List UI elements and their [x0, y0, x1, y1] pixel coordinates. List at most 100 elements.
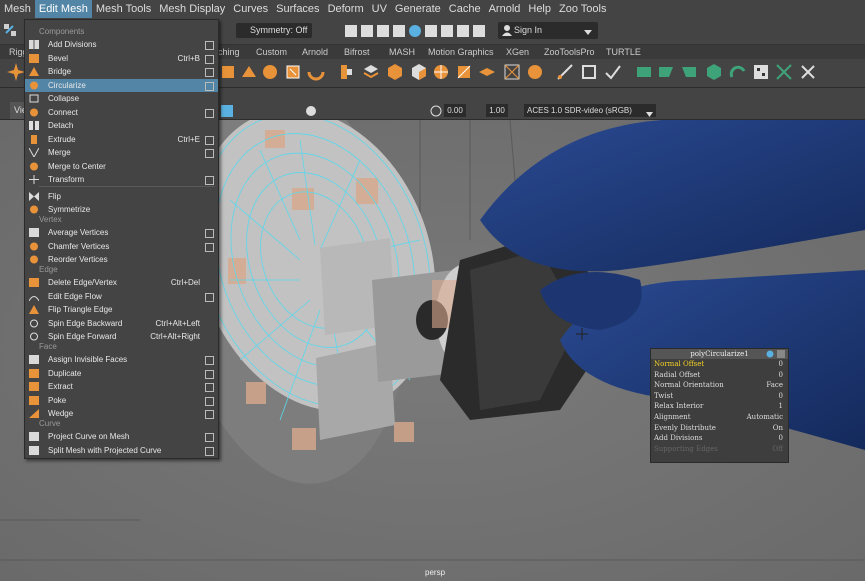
menu-item-delete-edge-vertex[interactable]: Delete Edge/Vertex Ctrl+Del [25, 276, 218, 289]
menu-help[interactable]: Help [524, 0, 555, 18]
shelf-tool-icon[interactable] [307, 63, 325, 81]
attr-row-normal-offset[interactable]: Normal Offset 0 [651, 359, 788, 370]
attr-row-add-divisions[interactable]: Add Divisions 0 [651, 433, 788, 444]
attr-row-relax-interior[interactable]: Relax Interior 1 [651, 401, 788, 412]
star-tool-icon[interactable] [7, 63, 25, 81]
option-box[interactable] [205, 176, 214, 185]
menu-item-project-curve-on-mesh[interactable]: Project Curve on Mesh [25, 430, 218, 443]
menu-edit-mesh[interactable]: Edit Mesh [34, 0, 92, 18]
option-box[interactable] [205, 410, 214, 419]
shelf-tool-icon[interactable] [680, 63, 698, 81]
attr-row-twist[interactable]: Twist 0 [651, 391, 788, 402]
shelf-tool-icon[interactable] [261, 63, 279, 81]
option-box[interactable] [205, 356, 214, 365]
menu-item-assign-invisible-faces[interactable]: Assign Invisible Faces [25, 353, 218, 366]
option-box[interactable] [205, 433, 214, 442]
menu-cache[interactable]: Cache [445, 0, 485, 18]
option-box[interactable] [205, 242, 214, 252]
shelf-tool-icon[interactable] [337, 63, 355, 81]
menu-curves[interactable]: Curves [229, 0, 272, 18]
shelf-tab-custom[interactable]: Custom [256, 45, 287, 59]
menu-item-circularize[interactable]: Circularize [25, 78, 218, 92]
shading-icon[interactable] [221, 105, 233, 117]
menu-item-spin-edge-backward[interactable]: Spin Edge Backward Ctrl+Alt+Left [25, 317, 218, 330]
menu-item-flip-triangle-edge[interactable]: Flip Triangle Edge [25, 303, 218, 316]
menu-item-duplicate[interactable]: Duplicate [25, 367, 218, 380]
shelf-tab-turtle[interactable]: TURTLE [606, 45, 641, 59]
shelf-tab-arnold[interactable]: Arnold [302, 45, 328, 59]
option-box[interactable] [205, 446, 214, 456]
menu-deform[interactable]: Deform [324, 0, 368, 18]
option-box[interactable] [205, 292, 214, 302]
shelf-tool-icon[interactable] [455, 63, 473, 81]
shelf-tab-bifrost[interactable]: Bifrost [344, 45, 370, 59]
shelf-tool-icon[interactable] [705, 63, 723, 81]
render-icons[interactable] [345, 24, 485, 38]
attr-row-alignment[interactable]: Alignment Automatic [651, 412, 788, 423]
attr-row-radial-offset[interactable]: Radial Offset 0 [651, 370, 788, 381]
option-box[interactable] [205, 108, 214, 118]
option-box[interactable] [205, 81, 214, 91]
shelf-tool-icon[interactable] [580, 63, 598, 81]
menu-item-connect[interactable]: Connect [25, 106, 218, 119]
isolate-icon[interactable] [305, 105, 317, 117]
shelf-tool-icon[interactable] [432, 63, 450, 81]
menu-mesh[interactable]: Mesh [0, 0, 35, 18]
shelf-tool-icon[interactable] [386, 63, 404, 81]
shelf-tool-icon[interactable] [729, 63, 747, 81]
shelf-tool-icon[interactable] [799, 63, 817, 81]
menu-item-transform[interactable]: Transform [25, 173, 218, 186]
colorspace-dropdown[interactable]: ACES 1.0 SDR-video (sRGB) [524, 104, 656, 117]
option-box[interactable] [205, 396, 214, 406]
exposure-field[interactable]: 0.00 [444, 104, 466, 117]
menu-item-detach[interactable]: Detach [25, 119, 218, 132]
option-box[interactable] [205, 229, 214, 238]
option-box[interactable] [205, 68, 214, 77]
option-box[interactable] [205, 369, 214, 379]
menu-mesh-display[interactable]: Mesh Display [155, 0, 229, 18]
shelf-tool-icon[interactable] [526, 63, 544, 81]
shelf-tool-icon[interactable] [604, 63, 622, 81]
shelf-tab-zootoolspro[interactable]: ZooToolsPro [544, 45, 595, 59]
shelf-tool-icon[interactable] [752, 63, 770, 81]
menu-item-flip[interactable]: Flip [25, 190, 218, 203]
menu-item-merge[interactable]: Merge [25, 146, 218, 159]
shelf-tab-motion-graphics[interactable]: Motion Graphics [428, 45, 494, 59]
menu-item-chamfer-vertices[interactable]: Chamfer Vertices [25, 240, 218, 253]
shelf-tool-icon[interactable] [775, 63, 793, 81]
shelf-tool-icon[interactable] [556, 63, 574, 81]
gamma-field[interactable]: 1.00 [486, 104, 508, 117]
option-box[interactable] [205, 135, 214, 145]
option-box[interactable] [205, 41, 214, 50]
menu-item-extrude[interactable]: Extrude Ctrl+E [25, 133, 218, 146]
shelf-tool-icon[interactable] [240, 63, 258, 81]
option-box[interactable] [205, 149, 214, 158]
shelf-tool-icon[interactable] [657, 63, 675, 81]
attr-row-evenly-distribute[interactable]: Evenly Distribute On [651, 423, 788, 434]
menu-arnold[interactable]: Arnold [485, 0, 525, 18]
shelf-tab-xgen[interactable]: XGen [506, 45, 529, 59]
menu-item-bridge[interactable]: Bridge [25, 65, 218, 78]
shelf-tool-icon[interactable] [478, 63, 496, 81]
menu-item-edit-edge-flow[interactable]: Edit Edge Flow [25, 290, 218, 303]
shelf-tool-icon[interactable] [635, 63, 653, 81]
exposure-icon[interactable] [430, 105, 442, 117]
attr-row-supporting-edges[interactable]: Supporting Edges Off [651, 444, 788, 455]
shelf-tool-icon[interactable] [219, 63, 237, 81]
symmetry-dropdown[interactable]: Symmetry: Off [236, 23, 312, 38]
menu-surfaces[interactable]: Surfaces [272, 0, 323, 18]
menu-zoo-tools[interactable]: Zoo Tools [555, 0, 611, 18]
menu-item-collapse[interactable]: Collapse [25, 92, 218, 105]
attr-row-normal-orientation[interactable]: Normal Orientation Face [651, 380, 788, 391]
option-box[interactable] [205, 383, 214, 392]
menu-item-bevel[interactable]: Bevel Ctrl+B [25, 52, 218, 65]
menu-item-average-vertices[interactable]: Average Vertices [25, 226, 218, 239]
option-box[interactable] [205, 54, 214, 64]
shelf-tool-icon[interactable] [284, 63, 302, 81]
menu-item-merge-to-center[interactable]: Merge to Center [25, 160, 218, 173]
menu-uv[interactable]: UV [368, 0, 391, 18]
menu-item-extract[interactable]: Extract [25, 380, 218, 393]
sign-in-button[interactable]: Sign In [498, 22, 598, 39]
menu-item-split-mesh-with-projected-curve[interactable]: Split Mesh with Projected Curve [25, 444, 218, 457]
shelf-tab-mash[interactable]: MASH [389, 45, 415, 59]
